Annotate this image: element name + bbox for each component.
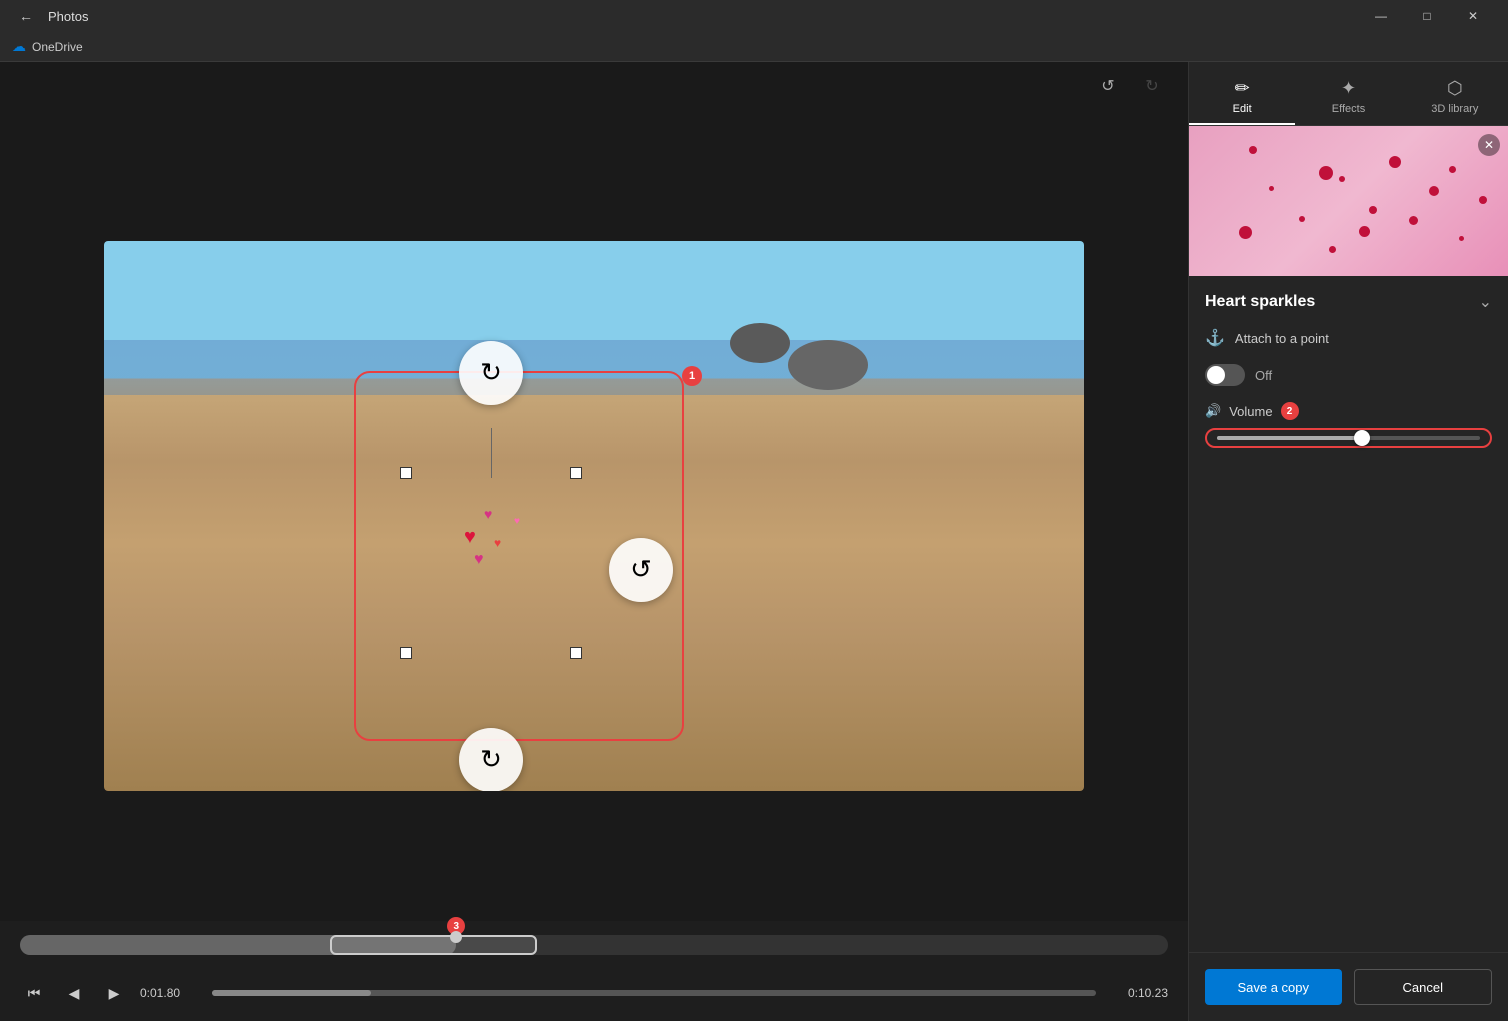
toggle-label: Off bbox=[1255, 368, 1272, 383]
effect-badge-1: 1 bbox=[682, 366, 702, 386]
redo-button[interactable]: ↻ bbox=[1136, 70, 1168, 102]
heart-effect-3: ♥ bbox=[494, 536, 501, 550]
main-layout: ↺ ↻ ♥ ♥ ♥ ♥ ♥ bbox=[0, 62, 1508, 1021]
sparkle-dot bbox=[1459, 236, 1464, 241]
tab-bar: ✏ Edit ✦ Effects ⬡ 3D library bbox=[1189, 62, 1508, 126]
minimize-button[interactable]: — bbox=[1358, 0, 1404, 32]
anchor-icon: ⚓ bbox=[1205, 328, 1225, 348]
tab-edit-label: Edit bbox=[1233, 103, 1252, 115]
volume-label: Volume bbox=[1229, 404, 1272, 419]
handle-top-left[interactable] bbox=[400, 467, 412, 479]
effects-icon: ✦ bbox=[1341, 78, 1356, 99]
water-overlay bbox=[104, 340, 1084, 395]
play-button[interactable]: ▶ bbox=[100, 979, 128, 1007]
3dlibrary-icon: ⬡ bbox=[1447, 78, 1463, 99]
app-title: Photos bbox=[48, 9, 88, 24]
effect-preview: ✕ bbox=[1189, 126, 1508, 276]
effect-expand-button[interactable]: ⌄ bbox=[1479, 292, 1492, 312]
rock-1 bbox=[788, 340, 868, 390]
onedrive-icon: ☁ bbox=[12, 38, 26, 55]
bottom-buttons: Save a copy Cancel bbox=[1189, 952, 1508, 1021]
main-progress-bar[interactable] bbox=[212, 990, 1096, 996]
current-time: 0:01.80 bbox=[140, 986, 200, 1000]
preview-close-button[interactable]: ✕ bbox=[1478, 134, 1500, 156]
rotate-right-handle[interactable]: ↺ bbox=[609, 538, 673, 602]
heart-effect-4: ♥ bbox=[474, 551, 484, 569]
effect-title-row: Heart sparkles ⌄ bbox=[1205, 292, 1492, 312]
window-controls: — □ ✕ bbox=[1358, 0, 1496, 32]
video-background: ♥ ♥ ♥ ♥ ♥ ↻ bbox=[104, 241, 1084, 791]
volume-slider-container bbox=[1205, 428, 1492, 448]
tab-effects[interactable]: ✦ Effects bbox=[1295, 70, 1401, 125]
tab-effects-label: Effects bbox=[1332, 103, 1365, 115]
timeline-track[interactable] bbox=[20, 935, 1168, 955]
rotation-line bbox=[491, 428, 492, 478]
toggle-knob bbox=[1207, 366, 1225, 384]
onedrive-bar: ☁ OneDrive bbox=[0, 32, 1508, 62]
sparkle-dot bbox=[1479, 196, 1487, 204]
video-area: ♥ ♥ ♥ ♥ ♥ ↻ bbox=[0, 110, 1188, 921]
effect-controls: Heart sparkles ⌄ ⚓ Attach to a point Off… bbox=[1189, 276, 1508, 952]
rock-2 bbox=[730, 323, 790, 363]
save-copy-button[interactable]: Save a copy bbox=[1205, 969, 1342, 1005]
sparkle-dot bbox=[1339, 176, 1345, 182]
sparkle-dot bbox=[1449, 166, 1456, 173]
attach-label: Attach to a point bbox=[1235, 331, 1329, 346]
timeline-section: 3 ⏮ ◀ ▶ 0:01.80 bbox=[0, 921, 1188, 1021]
tab-3dlibrary[interactable]: ⬡ 3D library bbox=[1402, 70, 1508, 125]
volume-header: 🔊 Volume 2 bbox=[1205, 402, 1492, 420]
playback-controls: ⏮ ◀ ▶ 0:01.80 0:10.23 bbox=[20, 979, 1168, 1007]
sparkle-dot bbox=[1269, 186, 1274, 191]
sparkle-dot bbox=[1429, 186, 1439, 196]
back-to-start-button[interactable]: ⏮ bbox=[20, 979, 48, 1007]
heart-effect-1: ♥ bbox=[484, 506, 492, 522]
titlebar: ← Photos — □ ✕ bbox=[0, 0, 1508, 32]
editor-toolbar: ↺ ↻ bbox=[0, 62, 1188, 110]
tab-3dlibrary-label: 3D library bbox=[1431, 103, 1478, 115]
onedrive-label: OneDrive bbox=[32, 40, 83, 54]
previous-frame-button[interactable]: ◀ bbox=[60, 979, 88, 1007]
video-container: ♥ ♥ ♥ ♥ ♥ ↻ bbox=[104, 241, 1084, 791]
sparkle-dot bbox=[1369, 206, 1377, 214]
heart-effect-5: ♥ bbox=[514, 516, 520, 527]
volume-slider-thumb[interactable] bbox=[1354, 430, 1370, 446]
close-button[interactable]: ✕ bbox=[1450, 0, 1496, 32]
toggle-switch[interactable] bbox=[1205, 364, 1245, 386]
sparkle-dot bbox=[1239, 226, 1252, 239]
tab-edit[interactable]: ✏ Edit bbox=[1189, 70, 1295, 125]
maximize-button[interactable]: □ bbox=[1404, 0, 1450, 32]
effect-title: Heart sparkles bbox=[1205, 293, 1315, 311]
heart-effect-2: ♥ bbox=[464, 526, 476, 549]
sparkle-dot bbox=[1319, 166, 1333, 180]
sparkle-dot bbox=[1389, 156, 1401, 168]
handle-bottom-left[interactable] bbox=[400, 647, 412, 659]
volume-slider-track[interactable] bbox=[1217, 436, 1480, 440]
undo-button[interactable]: ↺ bbox=[1092, 70, 1124, 102]
sparkle-dot bbox=[1329, 246, 1336, 253]
progress-filled bbox=[212, 990, 371, 996]
volume-icon: 🔊 bbox=[1205, 403, 1221, 419]
sparkle-dot bbox=[1359, 226, 1370, 237]
handle-bottom-right[interactable] bbox=[570, 647, 582, 659]
sparkle-dot bbox=[1299, 216, 1305, 222]
sparkle-dot bbox=[1409, 216, 1418, 225]
handle-top-right[interactable] bbox=[570, 467, 582, 479]
attach-row[interactable]: ⚓ Attach to a point bbox=[1205, 328, 1492, 348]
volume-badge: 2 bbox=[1281, 402, 1299, 420]
sparkle-dot bbox=[1249, 146, 1257, 154]
rotate-bottom-handle[interactable]: ↻ bbox=[459, 728, 523, 791]
toggle-row: Off bbox=[1205, 364, 1492, 386]
timeline-selection[interactable] bbox=[330, 935, 537, 955]
volume-slider-filled bbox=[1217, 436, 1362, 440]
back-button[interactable]: ← bbox=[12, 2, 40, 30]
end-time: 0:10.23 bbox=[1108, 986, 1168, 1000]
cancel-button[interactable]: Cancel bbox=[1354, 969, 1493, 1005]
volume-row: 🔊 Volume 2 bbox=[1205, 402, 1492, 448]
right-panel: ✏ Edit ✦ Effects ⬡ 3D library ✕ Heart sp… bbox=[1188, 62, 1508, 1021]
edit-icon: ✏ bbox=[1235, 78, 1250, 99]
selection-box: ↻ ↺ ↻ bbox=[354, 371, 684, 741]
playhead[interactable] bbox=[450, 931, 462, 943]
editor-panel: ↺ ↻ ♥ ♥ ♥ ♥ ♥ bbox=[0, 62, 1188, 1021]
